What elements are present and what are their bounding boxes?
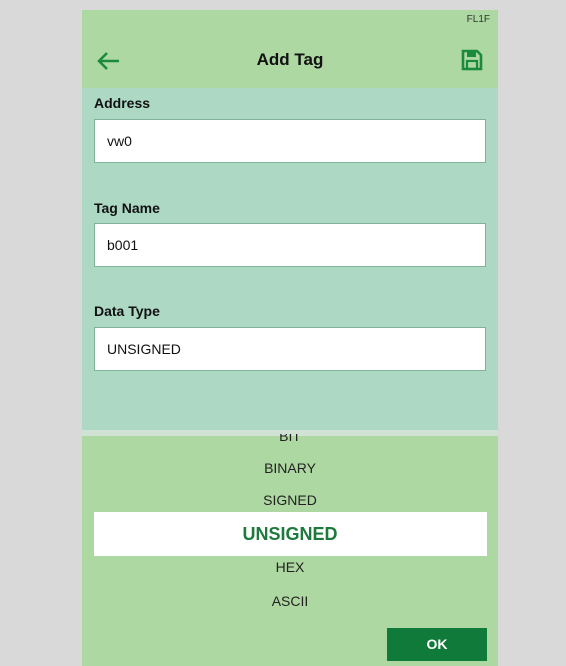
picker-option-bit[interactable]: BIT	[82, 434, 498, 444]
page-title: Add Tag	[256, 50, 324, 69]
save-icon[interactable]	[460, 48, 484, 72]
tag-name-label: Tag Name	[94, 200, 160, 216]
device-id: FL1F	[466, 14, 490, 25]
address-field[interactable]: vw0	[94, 119, 486, 163]
ok-button[interactable]: OK	[387, 628, 487, 661]
picker-option-ascii[interactable]: ASCII	[82, 593, 498, 609]
picker-option-hex[interactable]: HEX	[82, 559, 498, 575]
top-bar: FL1F Add Tag	[82, 10, 498, 88]
picker-option-binary[interactable]: BINARY	[82, 460, 498, 476]
tag-name-field[interactable]: b001	[94, 223, 486, 267]
picker-option-signed[interactable]: SIGNED	[82, 492, 498, 508]
address-label: Address	[94, 95, 151, 111]
data-type-field[interactable]: UNSIGNED	[94, 327, 486, 371]
add-tag-screen: FL1F Add Tag Address vw0 Tag Name b001 D…	[82, 10, 498, 666]
picker-option-unsigned[interactable]: UNSIGNED	[82, 512, 498, 556]
data-type-picker[interactable]: BIT BINARY SIGNED UNSIGNED HEX ASCII OK	[82, 434, 498, 666]
tag-form: Address vw0 Tag Name b001 Data Type UNSI…	[82, 88, 498, 430]
data-type-label: Data Type	[94, 303, 160, 319]
